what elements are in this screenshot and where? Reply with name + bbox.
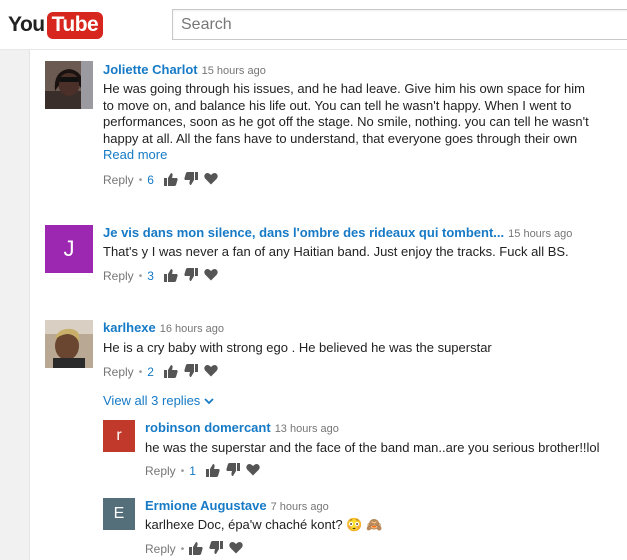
comment-actions: Reply •	[145, 540, 249, 558]
comment-author[interactable]: Ermione Augustave	[145, 498, 267, 513]
comment-time[interactable]: 16 hours ago	[160, 323, 224, 335]
thumbs-down-icon[interactable]	[209, 540, 224, 558]
comment-header: robinson domercant 13 hours ago	[145, 420, 339, 437]
masthead: You Tube	[0, 0, 627, 50]
thumbs-down-icon[interactable]	[226, 462, 240, 480]
comment-author[interactable]: Joliette Charlot	[103, 62, 198, 77]
reply-button[interactable]: Reply	[103, 173, 134, 187]
thumbs-up-icon[interactable]	[163, 172, 178, 189]
avatar[interactable]: r	[103, 420, 135, 452]
comment-text: he was the superstar and the face of the…	[145, 440, 600, 455]
view-replies-label: View all 3 replies	[103, 393, 201, 408]
comment-text: He was going through his issues, and he …	[103, 81, 589, 146]
comment-author[interactable]: karlhexe	[103, 320, 156, 335]
comment-actions: Reply • 3	[103, 267, 224, 285]
comment-author[interactable]: robinson domercant	[145, 420, 271, 435]
comment-header: Ermione Augustave 7 hours ago	[145, 498, 329, 515]
heart-icon[interactable]	[204, 268, 218, 284]
left-rail	[0, 50, 30, 560]
avatar[interactable]	[45, 61, 93, 109]
like-count: 6	[147, 173, 154, 187]
heart-icon[interactable]	[204, 364, 218, 380]
comment-author[interactable]: Je vis dans mon silence, dans l'ombre de…	[103, 225, 504, 240]
logo-tube-text: Tube	[46, 11, 104, 39]
comment-time[interactable]: 15 hours ago	[508, 228, 572, 240]
thumbs-down-icon[interactable]	[184, 363, 198, 381]
reply-button[interactable]: Reply	[103, 269, 134, 283]
heart-icon[interactable]	[246, 463, 260, 479]
youtube-logo[interactable]: You Tube	[8, 10, 104, 40]
like-count: 1	[189, 464, 196, 478]
like-count: 2	[147, 365, 154, 379]
separator-dot: •	[180, 543, 185, 555]
chevron-down-icon	[204, 397, 214, 408]
comment-text: karlhexe Doc, épa'w chaché kont? 😳 🙈	[145, 517, 383, 532]
read-more-link[interactable]: Read more	[103, 147, 167, 162]
heart-icon[interactable]	[229, 541, 243, 557]
separator-dot: •	[138, 366, 143, 378]
reply-button[interactable]: Reply	[103, 365, 134, 379]
separator-dot: •	[138, 174, 143, 186]
thumbs-up-icon[interactable]	[205, 463, 220, 480]
view-replies-toggle[interactable]: View all 3 replies	[103, 393, 214, 408]
thumbs-up-icon[interactable]	[163, 364, 178, 381]
thumbs-up-icon[interactable]	[189, 541, 203, 558]
separator-dot: •	[180, 465, 185, 477]
comment-header: Je vis dans mon silence, dans l'ombre de…	[103, 225, 572, 242]
comment-text: That's y I was never a fan of any Haitia…	[103, 244, 569, 259]
avatar-letter: E	[113, 505, 125, 522]
heart-icon[interactable]	[204, 172, 218, 188]
comment-time[interactable]: 13 hours ago	[275, 423, 339, 435]
avatar[interactable]: E	[103, 498, 135, 530]
comment-actions: Reply • 6	[103, 171, 224, 189]
comment-actions: Reply • 1	[145, 462, 266, 480]
avatar-letter: r	[116, 427, 122, 444]
thumbs-up-icon[interactable]	[163, 268, 178, 285]
comment-time[interactable]: 15 hours ago	[202, 65, 266, 77]
avatar[interactable]	[45, 320, 93, 368]
separator-dot: •	[138, 270, 143, 282]
search-input[interactable]	[173, 10, 627, 39]
comment-time[interactable]: 7 hours ago	[271, 501, 329, 513]
reply-button[interactable]: Reply	[145, 464, 176, 478]
logo-you-text: You	[8, 13, 45, 36]
comment-actions: Reply • 2	[103, 363, 224, 381]
avatar-letter: J	[63, 236, 75, 261]
comment-text: He is a cry baby with strong ego . He be…	[103, 340, 492, 355]
comment-header: Joliette Charlot 15 hours ago	[103, 62, 266, 79]
search-box[interactable]	[172, 9, 627, 40]
comment-header: karlhexe 16 hours ago	[103, 320, 224, 337]
thumbs-down-icon[interactable]	[184, 267, 198, 285]
like-count: 3	[147, 269, 154, 283]
thumbs-down-icon[interactable]	[184, 171, 198, 189]
reply-button[interactable]: Reply	[145, 542, 176, 556]
avatar[interactable]: J	[45, 225, 93, 273]
